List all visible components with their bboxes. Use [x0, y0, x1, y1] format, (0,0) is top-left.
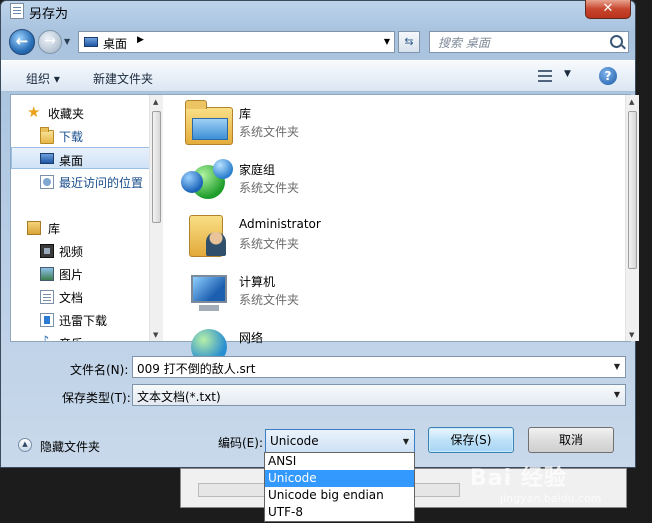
chevron-down-icon[interactable]: ▼: [614, 362, 620, 371]
save-as-dialog: 另存为 ✕ ← → ▼ 桌面 ▶ ▼ ⇆ 组织 ▾ 新建文件夹 ▼ ? ★ 收: [0, 0, 639, 468]
search-input[interactable]: [430, 32, 616, 54]
command-toolbar: 组织 ▾ 新建文件夹 ▼ ?: [1, 60, 635, 92]
search-icon[interactable]: [610, 35, 623, 48]
scroll-up-arrow-icon[interactable]: ▲: [153, 98, 158, 106]
encoding-option-unicode-big-endian[interactable]: Unicode big endian: [265, 487, 414, 504]
scroll-down-arrow-icon[interactable]: ▼: [153, 331, 158, 339]
view-options-icon[interactable]: [538, 69, 552, 83]
browser-pane: ★ 收藏夹 下载 桌面 最近访问的位置 库 视频 图片 文档 迅雷下载 ▲ ▼ …: [10, 94, 639, 365]
filename-label: 文件名(N):: [70, 363, 129, 377]
sidebar-item-libraries[interactable]: 库: [11, 216, 153, 238]
sidebar-item-music[interactable]: ♪ 音乐: [11, 331, 153, 342]
close-button[interactable]: ✕: [585, 0, 631, 19]
sidebar-item-downloads[interactable]: 下载: [11, 124, 153, 146]
sidebar-item-recent-places[interactable]: 最近访问的位置: [11, 170, 153, 192]
cancel-button[interactable]: 取消: [528, 427, 614, 453]
help-icon[interactable]: ?: [599, 67, 617, 85]
user-folder-icon: [189, 215, 226, 257]
refresh-button[interactable]: ⇆: [398, 31, 420, 53]
sidebar-item-favorites[interactable]: ★ 收藏夹: [11, 101, 153, 123]
filetype-select[interactable]: 文本文档(*.txt) ▼: [132, 384, 626, 406]
back-button[interactable]: ←: [9, 29, 35, 55]
chevron-down-icon[interactable]: ▼: [384, 37, 390, 46]
file-item-libraries[interactable]: 库 系统文件夹: [183, 99, 603, 153]
address-bar[interactable]: 桌面 ▶ ▼: [78, 31, 395, 53]
scroll-thumb[interactable]: [152, 111, 161, 223]
navigation-scrollbar[interactable]: ▲ ▼: [149, 95, 163, 341]
recent-pages-dropdown[interactable]: ▼: [64, 37, 70, 46]
sidebar-item-documents[interactable]: 文档: [11, 285, 153, 307]
sidebar-item-xunlei-downloads[interactable]: 迅雷下载: [11, 308, 153, 330]
video-icon: [40, 244, 54, 258]
watermark-url: jingyan.baidu.com: [500, 492, 602, 505]
encoding-option-utf8[interactable]: UTF-8: [265, 504, 414, 521]
chevron-up-icon: ▲: [18, 438, 32, 452]
library-icon: [27, 221, 41, 235]
download-folder-icon: [40, 313, 54, 327]
save-button[interactable]: 保存(S): [428, 427, 514, 453]
desktop-icon: [40, 153, 54, 164]
search-box[interactable]: [429, 31, 629, 54]
encoding-select[interactable]: Unicode ▼: [265, 429, 415, 453]
navigation-pane: ★ 收藏夹 下载 桌面 最近访问的位置 库 视频 图片 文档 迅雷下载 ▲ ▼: [11, 95, 163, 341]
computer-icon: [191, 275, 227, 311]
music-icon: ♪: [41, 335, 55, 342]
chevron-down-icon[interactable]: ▼: [403, 437, 409, 446]
star-icon: ★: [27, 103, 41, 121]
library-icon: [185, 100, 233, 145]
view-dropdown-icon[interactable]: ▼: [564, 69, 571, 79]
title-bar: 另存为 ✕: [1, 0, 635, 23]
scroll-thumb[interactable]: [628, 111, 637, 269]
recent-places-icon: [40, 175, 54, 189]
homegroup-icon: [181, 159, 233, 199]
file-item-computer[interactable]: 计算机 系统文件夹: [183, 267, 603, 321]
forward-button[interactable]: →: [38, 30, 62, 54]
filetype-label: 保存类型(T):: [62, 391, 131, 405]
scroll-down-arrow-icon[interactable]: ▼: [629, 331, 634, 339]
folder-icon: [40, 127, 54, 144]
navigation-bar: ← → ▼ 桌面 ▶ ▼ ⇆: [1, 27, 635, 57]
sidebar-item-videos[interactable]: 视频: [11, 239, 153, 261]
sidebar-item-desktop[interactable]: 桌面: [11, 147, 153, 169]
encoding-option-unicode[interactable]: Unicode: [265, 470, 414, 487]
encoding-option-ansi[interactable]: ANSI: [265, 453, 414, 470]
chevron-down-icon[interactable]: ▼: [614, 390, 620, 399]
file-list-scrollbar[interactable]: ▲ ▼: [625, 95, 639, 341]
new-folder-button[interactable]: 新建文件夹: [93, 70, 153, 87]
organize-button[interactable]: 组织 ▾: [26, 70, 60, 87]
encoding-label: 编码(E):: [218, 436, 263, 450]
chevron-right-icon[interactable]: ▶: [137, 35, 144, 45]
file-item-homegroup[interactable]: 家庭组 系统文件夹: [181, 155, 603, 209]
file-item-administrator[interactable]: Administrator 系统文件夹: [183, 211, 603, 265]
filename-input[interactable]: [133, 357, 609, 379]
encoding-dropdown-list: ANSI Unicode Unicode big endian UTF-8: [264, 452, 415, 522]
window-title: 另存为: [29, 7, 69, 22]
address-text[interactable]: 桌面: [103, 35, 127, 52]
pictures-icon: [40, 267, 54, 281]
scroll-up-arrow-icon[interactable]: ▲: [629, 98, 634, 106]
notepad-icon: [10, 3, 24, 19]
document-icon: [40, 290, 54, 304]
pane-splitter[interactable]: [163, 95, 167, 341]
desktop-icon: [84, 37, 98, 47]
watermark-logo: Bai 经验: [470, 466, 567, 491]
sidebar-item-pictures[interactable]: 图片: [11, 262, 153, 284]
filename-combobox[interactable]: ▼: [132, 356, 626, 379]
